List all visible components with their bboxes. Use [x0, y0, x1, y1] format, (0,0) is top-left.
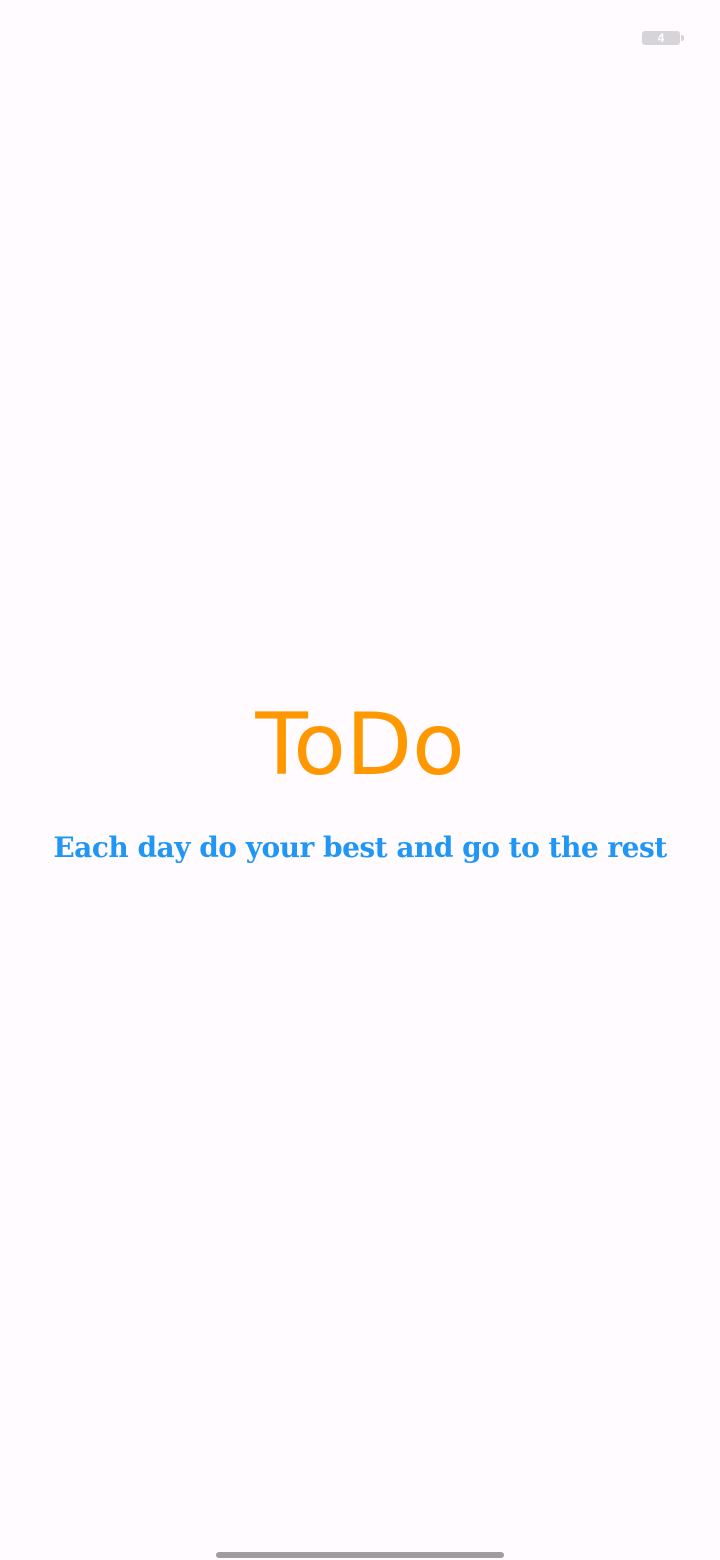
tagline: Each day do your best and go to the rest: [53, 831, 667, 864]
battery-level: 4: [657, 31, 665, 45]
status-icons: 4: [642, 26, 684, 50]
splash-content: ToDo Each day do your best and go to the…: [0, 690, 720, 868]
status-bar: 4: [0, 0, 720, 76]
battery-icon: 4: [642, 31, 684, 45]
home-indicator[interactable]: [216, 1552, 504, 1558]
battery-cap: [681, 35, 684, 41]
app-title: ToDo: [255, 695, 465, 795]
